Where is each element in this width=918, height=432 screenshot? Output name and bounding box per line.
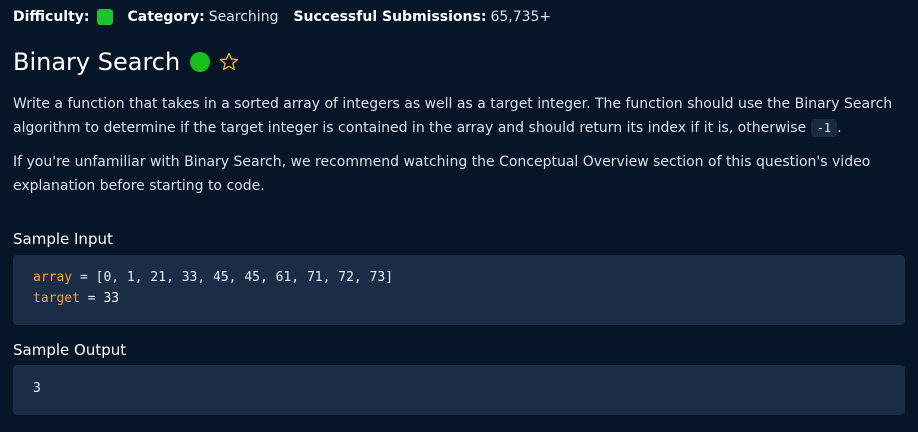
category-group: Category: Searching (128, 9, 279, 25)
description-text-1: Write a function that takes in a sorted … (13, 96, 893, 136)
inline-code-return-value: -1 (810, 119, 838, 137)
submissions-label: Successful Submissions: (293, 9, 487, 25)
title-row: Binary Search (13, 44, 240, 80)
star-icon[interactable] (218, 51, 240, 73)
description-period: . (837, 120, 842, 136)
question-page: Difficulty: Category: Searching Successf… (0, 0, 918, 432)
star-outline-icon (220, 52, 239, 71)
assign-operator: = (79, 291, 104, 306)
submissions-value: 65,735+ (490, 9, 552, 25)
description-paragraph-2: If you're unfamiliar with Binary Search,… (13, 154, 871, 194)
difficulty-easy-badge (96, 9, 113, 25)
difficulty-label: Difficulty: (13, 9, 90, 25)
sample-input-title: Sample Input (13, 230, 113, 248)
sample-input-line-1: array = [0, 1, 21, 33, 45, 45, 61, 71, 7… (33, 267, 885, 288)
completion-status-icon (190, 52, 211, 72)
sample-output-value: 3 (33, 381, 41, 396)
sample-input-code-block: array = [0, 1, 21, 33, 45, 45, 61, 71, 7… (13, 255, 905, 325)
submissions-group: Successful Submissions: 65,735+ (293, 9, 551, 25)
sample-output-code-block: 3 (13, 365, 905, 415)
category-label: Category: (127, 9, 205, 25)
description-paragraph-1: Write a function that takes in a sorted … (13, 92, 900, 140)
target-variable: target (33, 291, 80, 306)
difficulty-group: Difficulty: (13, 9, 113, 25)
array-variable: array (33, 270, 73, 285)
target-value: 33 (103, 291, 120, 306)
sample-output-title: Sample Output (13, 341, 127, 359)
question-meta-row: Difficulty: Category: Searching Successf… (13, 6, 905, 28)
assign-operator: = (72, 270, 96, 285)
category-value: Searching (208, 9, 279, 25)
sample-input-line-2: target = 33 (33, 288, 885, 309)
array-value: [0, 1, 21, 33, 45, 45, 61, 71, 72, 73] (95, 270, 394, 285)
question-title: Binary Search (13, 48, 181, 76)
question-description: Write a function that takes in a sorted … (13, 92, 900, 208)
